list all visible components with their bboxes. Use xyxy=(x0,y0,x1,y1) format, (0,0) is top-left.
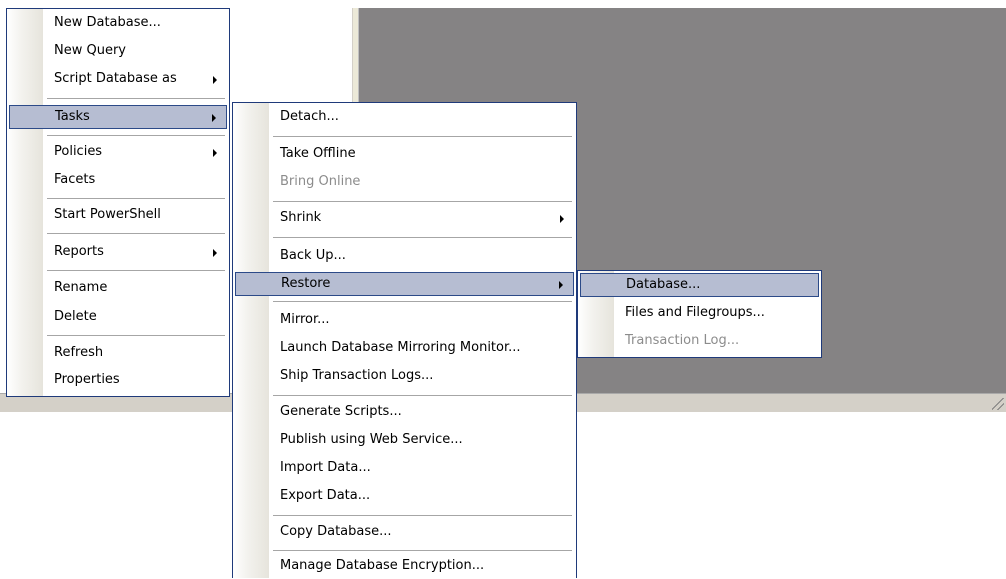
menu-item-label: Facets xyxy=(54,172,96,187)
menu-item-back-up[interactable]: Back Up... xyxy=(235,245,574,269)
submenu-arrow-icon xyxy=(213,76,217,84)
menu-item-refresh[interactable]: Refresh xyxy=(9,342,227,366)
menu-item-label: Files and Filegroups... xyxy=(625,305,765,320)
menu-separator xyxy=(273,515,572,516)
resize-grip-icon[interactable] xyxy=(992,398,1004,410)
menu-item-label: Import Data... xyxy=(280,460,371,475)
menu-item-policies[interactable]: Policies xyxy=(9,141,227,165)
menu-separator xyxy=(47,335,225,336)
menu-item-label: Shrink xyxy=(280,210,322,225)
menu-item-label: Policies xyxy=(54,144,103,159)
menu-item-label: Delete xyxy=(54,309,97,324)
submenu-arrow-icon xyxy=(212,114,216,122)
menu-separator xyxy=(273,550,572,551)
submenu-arrow-icon xyxy=(560,215,564,223)
menu-separator xyxy=(47,233,225,234)
menu-item-launch-mirroring-monitor[interactable]: Launch Database Mirroring Monitor... xyxy=(235,337,574,361)
menu-separator xyxy=(273,301,572,302)
menu-item-label: Database... xyxy=(626,277,701,292)
menu-item-detach[interactable]: Detach... xyxy=(235,106,574,130)
menu-item-bring-online: Bring Online xyxy=(235,171,574,195)
menu-item-label: New Database... xyxy=(54,15,161,30)
menu-item-label: Back Up... xyxy=(280,248,346,263)
menu-item-script-database-as[interactable]: Script Database as xyxy=(9,68,227,92)
menu-item-label: Ship Transaction Logs... xyxy=(280,368,434,383)
menu-item-label: Reports xyxy=(54,244,104,259)
menu-item-label: Script Database as xyxy=(54,71,177,86)
menu-item-restore-files-filegroups[interactable]: Files and Filegroups... xyxy=(580,302,819,326)
menu-item-label: Generate Scripts... xyxy=(280,404,402,419)
menu-item-label: Transaction Log... xyxy=(625,333,740,348)
menu-item-label: Start PowerShell xyxy=(54,207,161,222)
menu-item-restore-database[interactable]: Database... xyxy=(580,273,819,297)
menu-item-generate-scripts[interactable]: Generate Scripts... xyxy=(235,401,574,425)
menu-item-shrink[interactable]: Shrink xyxy=(235,207,574,231)
menu-item-label: Tasks xyxy=(55,109,90,124)
submenu-arrow-icon xyxy=(213,249,217,257)
menu-item-properties[interactable]: Properties xyxy=(9,369,227,393)
menu-item-ship-transaction-logs[interactable]: Ship Transaction Logs... xyxy=(235,365,574,389)
menu-item-reports[interactable]: Reports xyxy=(9,241,227,265)
menu-item-label: Take Offline xyxy=(280,146,356,161)
menu-item-label: Launch Database Mirroring Monitor... xyxy=(280,340,521,355)
tasks-submenu: Detach... Take Offline Bring Online Shri… xyxy=(232,102,577,578)
menu-item-start-powershell[interactable]: Start PowerShell xyxy=(9,204,227,228)
menu-item-label: Bring Online xyxy=(280,174,361,189)
menu-item-label: Properties xyxy=(54,372,120,387)
menu-separator xyxy=(47,135,225,136)
menu-separator xyxy=(273,201,572,202)
menu-item-import-data[interactable]: Import Data... xyxy=(235,457,574,481)
menu-item-label: Refresh xyxy=(54,345,104,360)
menu-item-label: New Query xyxy=(54,43,126,58)
database-context-menu: New Database... New Query Script Databas… xyxy=(6,8,230,397)
menu-item-copy-database[interactable]: Copy Database... xyxy=(235,521,574,545)
menu-item-label: Mirror... xyxy=(280,312,330,327)
menu-item-delete[interactable]: Delete xyxy=(9,306,227,330)
menu-item-label: Detach... xyxy=(280,109,339,124)
menu-item-take-offline[interactable]: Take Offline xyxy=(235,143,574,167)
menu-item-tasks[interactable]: Tasks xyxy=(9,105,227,129)
menu-item-export-data[interactable]: Export Data... xyxy=(235,485,574,509)
menu-separator xyxy=(273,136,572,137)
menu-item-label: Copy Database... xyxy=(280,524,392,539)
menu-separator xyxy=(273,395,572,396)
submenu-arrow-icon xyxy=(213,149,217,157)
menu-item-rename[interactable]: Rename xyxy=(9,277,227,301)
menu-item-restore[interactable]: Restore xyxy=(235,272,574,296)
menu-item-mirror[interactable]: Mirror... xyxy=(235,309,574,333)
menu-item-new-database[interactable]: New Database... xyxy=(9,12,227,36)
menu-separator xyxy=(47,198,225,199)
menu-separator xyxy=(47,98,225,99)
menu-item-label: Rename xyxy=(54,280,108,295)
menu-item-facets[interactable]: Facets xyxy=(9,169,227,193)
menu-item-publish-web-service[interactable]: Publish using Web Service... xyxy=(235,429,574,453)
menu-item-restore-transaction-log: Transaction Log... xyxy=(580,330,819,354)
menu-item-new-query[interactable]: New Query xyxy=(9,40,227,64)
menu-item-label: Publish using Web Service... xyxy=(280,432,463,447)
menu-item-label: Restore xyxy=(281,276,331,291)
menu-separator xyxy=(47,270,225,271)
menu-item-manage-database-encryption[interactable]: Manage Database Encryption... xyxy=(235,555,574,579)
restore-submenu: Database... Files and Filegroups... Tran… xyxy=(577,270,822,358)
submenu-arrow-icon xyxy=(559,281,563,289)
menu-separator xyxy=(273,237,572,238)
menu-item-label: Export Data... xyxy=(280,488,371,503)
menu-item-label: Manage Database Encryption... xyxy=(280,558,485,573)
